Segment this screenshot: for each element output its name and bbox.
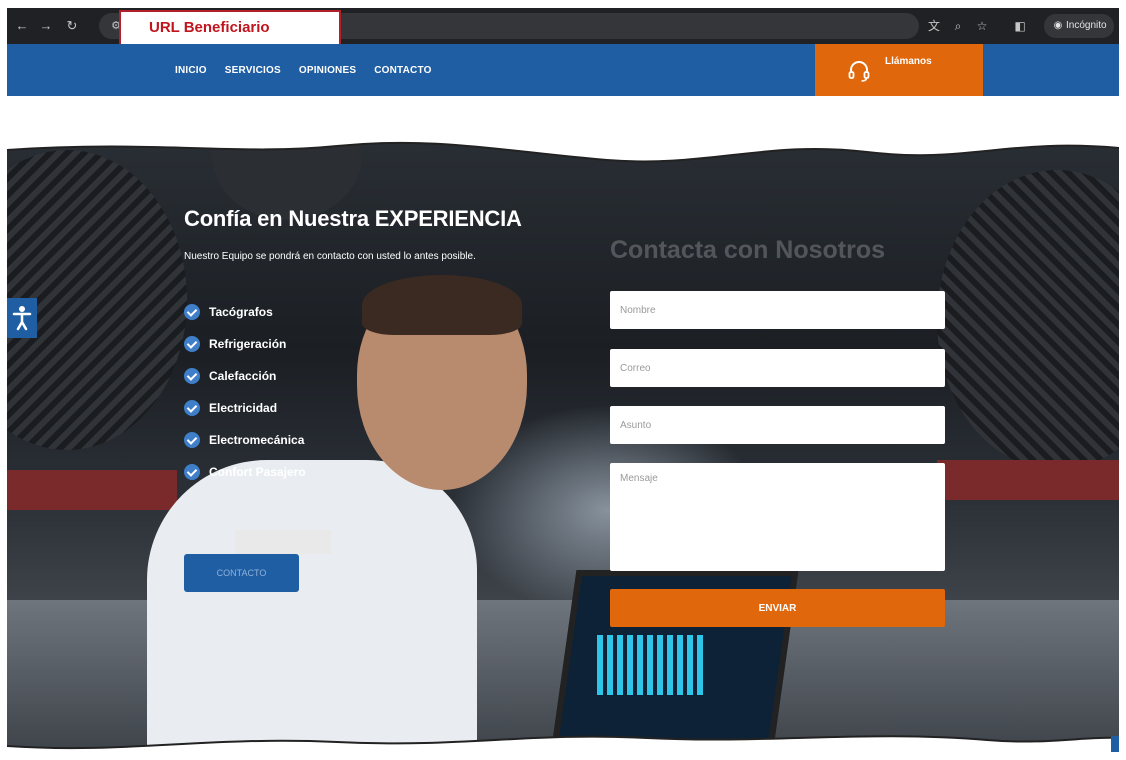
service-item: Confort Pasajero [184, 456, 306, 488]
corner-accent [1111, 736, 1119, 752]
check-circle-icon [184, 368, 200, 384]
main-menu: INICIO SERVICIOS OPINIONES CONTACTO [175, 44, 432, 96]
service-label: Calefacción [209, 369, 277, 383]
hero-section [7, 130, 1119, 752]
email-field[interactable] [610, 349, 945, 387]
service-item: Tacógrafos [184, 296, 306, 328]
incognito-icon: ◉ [1053, 20, 1063, 31]
zoom-icon[interactable]: ⌕ [949, 17, 967, 35]
incognito-label: Incógnito [1066, 20, 1107, 31]
service-item: Electricidad [184, 392, 306, 424]
service-item: Calefacción [184, 360, 306, 392]
side-panel-icon[interactable]: ◧ [1011, 17, 1029, 35]
service-label: Refrigeración [209, 337, 287, 351]
services-list: Tacógrafos Refrigeración Calefacción Ele… [184, 296, 306, 488]
accessibility-icon [12, 306, 32, 331]
hero-subtitle: Nuestro Equipo se pondrá en contacto con… [184, 251, 476, 262]
background-tire-right [937, 170, 1119, 470]
mechanic-body [147, 460, 477, 752]
service-item: Electromecánica [184, 424, 306, 456]
background-lift-left [7, 470, 177, 510]
nav-item-inicio[interactable]: INICIO [175, 65, 207, 76]
accessibility-button[interactable] [7, 298, 37, 338]
name-field[interactable] [610, 291, 945, 329]
check-circle-icon [184, 400, 200, 416]
page-frame: ← → ↻ ⚙ 文 ⌕ ☆ ◧ ◉ Incógnito URL Beneficia… [7, 8, 1119, 752]
service-label: Electricidad [209, 401, 278, 415]
contact-button[interactable]: CONTACTO [184, 554, 299, 592]
nav-item-contacto[interactable]: CONTACTO [374, 65, 431, 76]
check-circle-icon [184, 432, 200, 448]
torn-edge-top [7, 130, 1119, 163]
service-label: Tacógrafos [209, 305, 273, 319]
torn-edge-bottom [7, 735, 1119, 752]
headset-icon [848, 61, 870, 82]
mechanic-hair [362, 275, 522, 335]
placeholder-bar [235, 530, 331, 554]
message-field[interactable] [610, 463, 945, 571]
subject-field[interactable] [610, 406, 945, 444]
back-arrow-icon[interactable]: ← [13, 17, 31, 35]
nav-item-servicios[interactable]: SERVICIOS [225, 65, 281, 76]
service-label: Confort Pasajero [209, 465, 306, 479]
service-label: Electromecánica [209, 433, 305, 447]
background-lift-right [937, 460, 1119, 500]
laptop-bars [597, 635, 707, 695]
incognito-indicator[interactable]: ◉ Incógnito [1044, 14, 1114, 38]
service-item: Refrigeración [184, 328, 306, 360]
check-circle-icon [184, 304, 200, 320]
call-us-button[interactable]: Llámanos [815, 44, 983, 96]
forward-arrow-icon[interactable]: → [37, 17, 55, 35]
nav-item-opiniones[interactable]: OPINIONES [299, 65, 356, 76]
call-us-label: Llámanos [885, 56, 932, 67]
send-button[interactable]: ENVIAR [610, 589, 945, 627]
check-circle-icon [184, 336, 200, 352]
translate-icon[interactable]: 文 [925, 17, 943, 35]
url-annotation-label: URL Beneficiario [119, 10, 341, 46]
form-title: Contacta con Nosotros [610, 236, 886, 264]
reload-icon[interactable]: ↻ [63, 17, 81, 35]
bookmark-star-icon[interactable]: ☆ [973, 17, 991, 35]
hero-title: Confía en Nuestra EXPERIENCIA [184, 206, 522, 231]
check-circle-icon [184, 464, 200, 480]
